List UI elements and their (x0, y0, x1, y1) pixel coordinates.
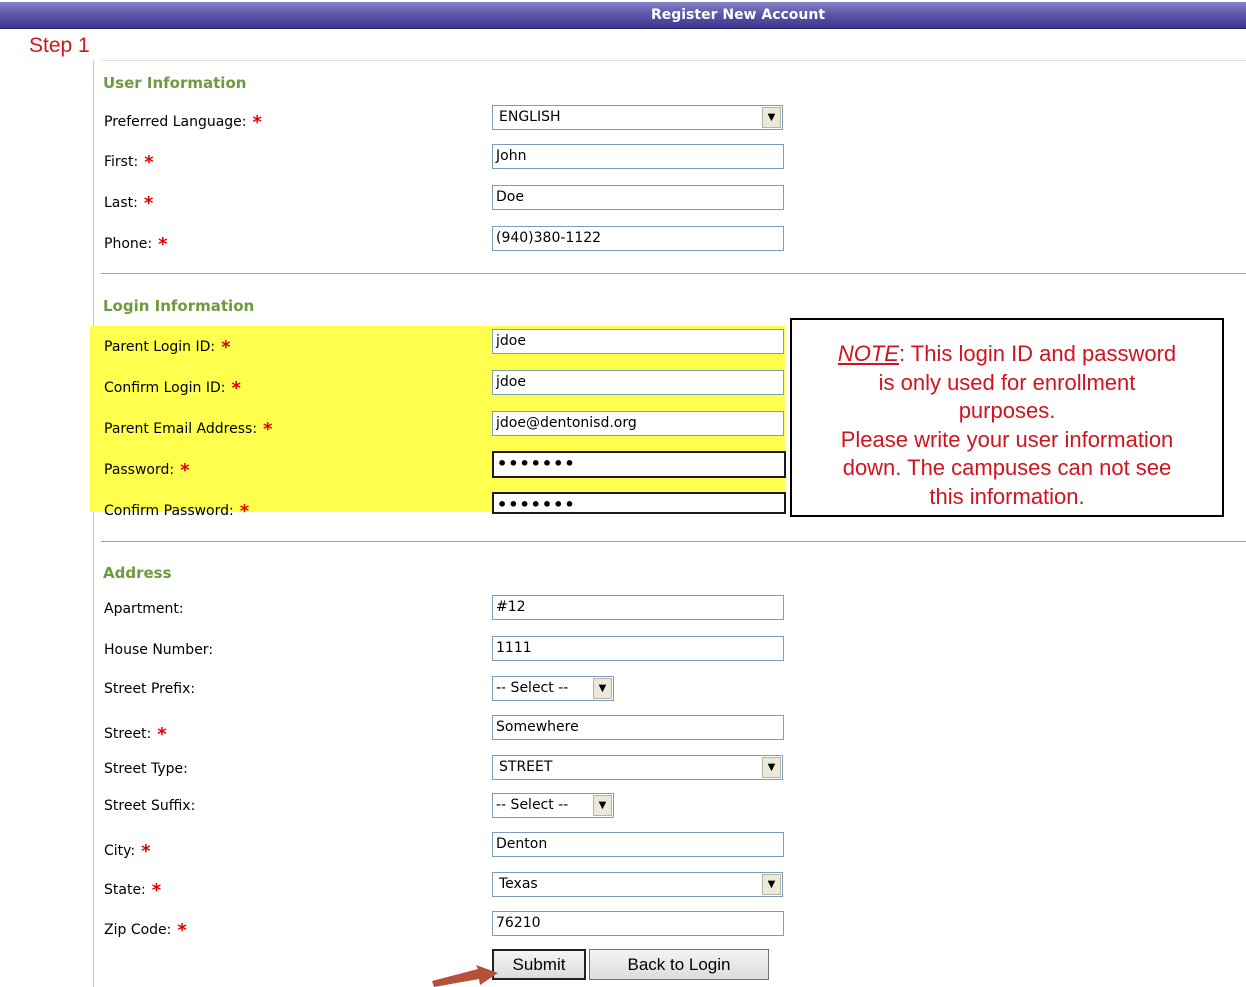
step-label: Step 1 (29, 34, 90, 57)
section-divider (101, 273, 1246, 274)
phone-input[interactable]: (940)380-1122 (492, 226, 784, 251)
chevron-down-icon[interactable]: ▼ (762, 107, 781, 128)
city-input[interactable]: Denton (492, 832, 784, 857)
note-line: is only used for enrollment (878, 369, 1136, 395)
arrow-icon (432, 965, 498, 987)
top-divider (101, 60, 1246, 61)
street-suffix-select[interactable]: -- Select -- ▼ (492, 793, 614, 818)
house-number-label: House Number: (104, 642, 214, 658)
zip-label: Zip Code: * (104, 920, 187, 941)
required-icon: * (151, 880, 162, 901)
street-type-label: Street Type: (104, 761, 188, 777)
header-bar: Register New Account (0, 2, 1246, 29)
required-icon: * (158, 234, 168, 255)
section-title-user-info: User Information (103, 74, 247, 92)
confirm-password-label: Confirm Password: * (104, 501, 250, 522)
parent-login-id-input[interactable]: jdoe (492, 329, 784, 354)
preferred-language-label: Preferred Language: * (104, 112, 262, 133)
city-label: City: * (104, 841, 151, 862)
required-icon: * (263, 419, 273, 440)
parent-login-id-label: Parent Login ID: * (104, 337, 231, 358)
last-name-input[interactable]: Doe (492, 185, 784, 210)
preferred-language-select[interactable]: ENGLISH ▼ (492, 105, 783, 130)
apartment-label: Apartment: (104, 601, 184, 617)
password-input[interactable]: ••••••• (492, 451, 786, 478)
required-icon: * (141, 841, 151, 862)
chevron-down-icon[interactable]: ▼ (593, 678, 612, 699)
chevron-down-icon[interactable]: ▼ (762, 757, 781, 778)
parent-email-label: Parent Email Address: * (104, 419, 273, 440)
last-name-label: Last: * (104, 193, 154, 214)
required-icon: * (144, 152, 154, 173)
note-line: NOTE: This login ID and password (837, 341, 1177, 366)
note-label: NOTE (837, 341, 899, 366)
phone-label: Phone: * (104, 234, 168, 255)
confirm-password-input[interactable]: ••••••• (492, 492, 786, 514)
password-label: Password: * (104, 460, 190, 481)
section-title-address: Address (103, 564, 172, 582)
first-name-label: First: * (104, 152, 154, 173)
chevron-down-icon[interactable]: ▼ (593, 795, 612, 816)
back-to-login-button[interactable]: Back to Login (589, 949, 769, 980)
first-name-input[interactable]: John (492, 144, 784, 169)
apartment-input[interactable]: #12 (492, 595, 784, 620)
confirm-login-id-label: Confirm Login ID: * (104, 378, 241, 399)
section-title-login-info: Login Information (103, 297, 255, 315)
required-icon: * (157, 724, 167, 745)
required-icon: * (221, 337, 231, 358)
required-icon: * (177, 920, 187, 941)
street-prefix-label: Street Prefix: (104, 681, 196, 697)
state-label: State: * (104, 880, 162, 901)
submit-button[interactable]: Submit (492, 949, 586, 980)
zip-input[interactable]: 76210 (492, 911, 784, 936)
note-line: down. The campuses can not see (842, 455, 1172, 480)
required-icon: * (239, 501, 250, 522)
note-box: NOTE: This login ID and password is only… (790, 318, 1224, 517)
required-icon: * (180, 460, 190, 481)
required-icon: * (143, 193, 154, 214)
page-title: Register New Account (650, 7, 826, 23)
required-icon: * (231, 378, 241, 399)
street-suffix-label: Street Suffix: (104, 798, 196, 814)
note-line: this information. (929, 483, 1085, 509)
left-border (93, 60, 94, 987)
street-prefix-select[interactable]: -- Select -- ▼ (492, 676, 614, 701)
street-input[interactable]: Somewhere (492, 715, 784, 740)
chevron-down-icon[interactable]: ▼ (762, 874, 781, 895)
house-number-input[interactable]: 1111 (492, 636, 784, 661)
parent-email-input[interactable]: jdoe@dentonisd.org (492, 411, 784, 436)
confirm-login-id-input[interactable]: jdoe (492, 370, 784, 395)
note-line: purposes. (958, 398, 1056, 423)
required-icon: * (252, 112, 262, 133)
street-type-select[interactable]: STREET ▼ (492, 755, 783, 780)
state-select[interactable]: Texas ▼ (492, 872, 783, 897)
note-line: Please write your user information (840, 426, 1174, 452)
street-label: Street: * (104, 724, 167, 745)
section-divider (101, 541, 1246, 542)
